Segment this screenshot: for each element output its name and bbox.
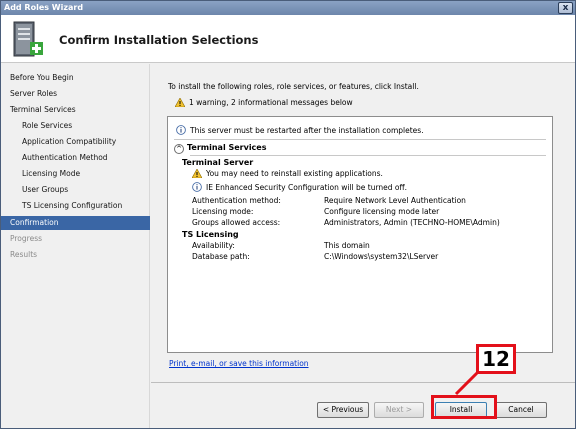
info-icon [192,182,202,192]
nav-confirmation[interactable]: Confirmation [1,216,150,230]
restart-notice-text: This server must be restarted after the … [190,126,424,135]
nav-application-compatibility[interactable]: Application Compatibility [22,135,116,149]
wizard-steps-nav: Before You Begin Server Roles Terminal S… [1,64,150,428]
nav-terminal-services[interactable]: Terminal Services [10,103,76,117]
cancel-button[interactable]: Cancel [495,402,547,418]
warning-icon [192,169,202,178]
section-title: Terminal Services [187,143,267,152]
collapse-chevron-icon[interactable]: ^ [174,144,184,154]
detail-key: Authentication method: [192,196,281,205]
divider [174,139,546,140]
terminal-services-section[interactable]: ^ Terminal Services [174,143,266,154]
title-bar[interactable]: Add Roles Wizard x [1,1,575,15]
nav-ts-licensing-configuration[interactable]: TS Licensing Configuration [22,199,122,213]
summary-text: 1 warning, 2 informational messages belo… [189,98,353,107]
nav-authentication-method[interactable]: Authentication Method [22,151,108,165]
detail-value: C:\Windows\system32\LServer [324,252,439,261]
reinstall-warning: You may need to reinstall existing appli… [192,169,383,178]
previous-button[interactable]: < Previous [317,402,369,418]
close-button[interactable]: x [558,2,573,14]
detail-key: Licensing mode: [192,207,254,216]
detail-key: Groups allowed access: [192,218,281,227]
print-email-save-link[interactable]: Print, e-mail, or save this information [169,359,309,368]
ie-esc-notice: IE Enhanced Security Configuration will … [192,182,407,192]
wizard-header: Confirm Installation Selections [1,15,575,63]
intro-text: To install the following roles, role ser… [168,82,419,91]
nav-role-services[interactable]: Role Services [22,119,72,133]
next-button: Next > [374,402,424,418]
wizard-footer: < Previous Next > Install Cancel [151,382,575,428]
detail-value: Require Network Level Authentication [324,196,466,205]
nav-licensing-mode[interactable]: Licensing Mode [22,167,80,181]
nav-progress: Progress [10,234,43,243]
info-icon [176,125,186,135]
detail-value: Configure licensing mode later [324,207,440,216]
reinstall-warning-text: You may need to reinstall existing appli… [206,169,383,178]
divider [190,155,546,156]
ts-licensing-heading: TS Licensing [182,230,239,239]
nav-results: Results [10,250,38,259]
confirmation-content: To install the following roles, role ser… [151,64,575,381]
detail-key: Database path: [192,252,250,261]
restart-notice: This server must be restarted after the … [176,125,424,135]
nav-server-roles[interactable]: Server Roles [10,87,57,101]
detail-value: This domain [324,241,370,250]
ie-esc-notice-text: IE Enhanced Security Configuration will … [206,183,408,192]
terminal-server-heading: Terminal Server [182,158,254,167]
step-number-callout: 12 [476,344,516,374]
nav-before-you-begin[interactable]: Before You Begin [10,71,74,85]
messages-summary: 1 warning, 2 informational messages belo… [175,98,353,107]
window-title: Add Roles Wizard [4,3,84,12]
detail-key: Availability: [192,241,235,250]
detail-value: Administrators, Admin (TECHNO-HOME\Admin… [324,218,500,227]
warning-icon [175,98,185,107]
server-add-icon [13,21,43,57]
nav-user-groups[interactable]: User Groups [22,183,68,197]
selections-panel[interactable]: This server must be restarted after the … [167,116,553,353]
install-highlight-box [431,395,497,419]
page-title: Confirm Installation Selections [59,33,259,47]
